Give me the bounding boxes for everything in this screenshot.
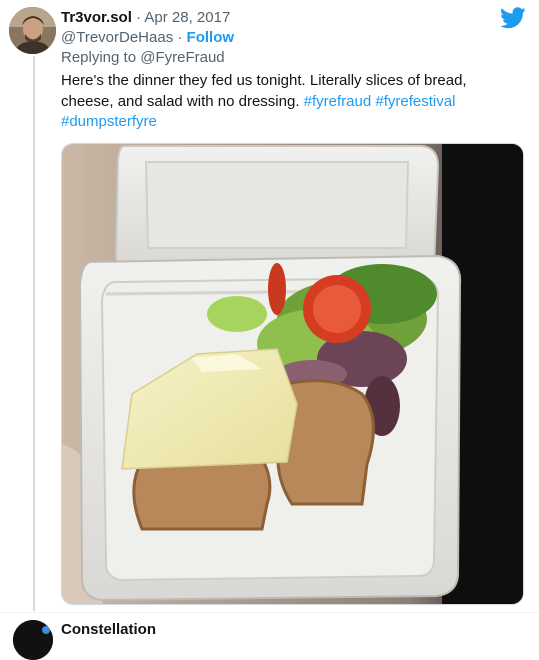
reply-context: Replying to @FyreFraud [61, 48, 225, 68]
thread-connector-line [33, 56, 35, 611]
header-separator: · [136, 9, 142, 26]
twitter-bird-icon[interactable] [500, 7, 526, 29]
author-handle[interactable]: @TrevorDeHaas [61, 29, 173, 46]
author-name[interactable]: Tr3vor.sol [61, 9, 132, 26]
hashtag-link[interactable]: #fyrefestival [375, 93, 455, 110]
tweet-body: Here's the dinner they fed us tonight. L… [61, 71, 516, 133]
hashtag-link[interactable]: #dumpsterfyre [61, 113, 157, 130]
author-avatar[interactable] [9, 7, 56, 54]
next-tweet-avatar[interactable] [13, 620, 53, 660]
tweet-date[interactable]: Apr 28, 2017 [144, 9, 230, 26]
follow-button[interactable]: Follow [187, 29, 235, 46]
tweet-header: Tr3vor.sol · Apr 28, 2017 [61, 8, 230, 28]
tweet-divider [0, 612, 539, 613]
reply-prefix: Replying to [61, 49, 137, 66]
handle-separator: · [177, 29, 183, 46]
hashtag-link[interactable]: #fyrefraud [304, 93, 372, 110]
tweet-photo[interactable] [61, 143, 524, 605]
handle-row: @TrevorDeHaas · Follow [61, 28, 234, 48]
reply-target-link[interactable]: @FyreFraud [140, 49, 224, 66]
